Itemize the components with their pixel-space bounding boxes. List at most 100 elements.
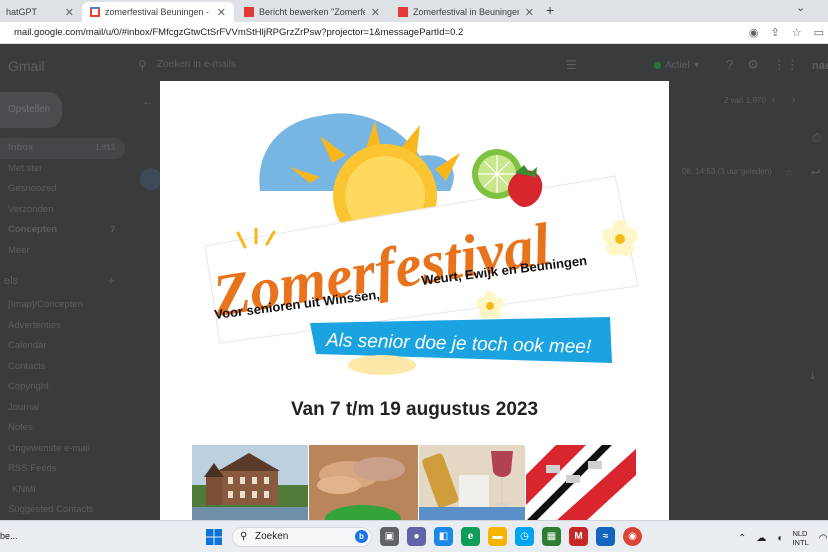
status-selector[interactable]: Actief ▾ <box>654 60 699 71</box>
label-item[interactable]: Notes <box>0 418 125 439</box>
cloud-icon[interactable]: ☁ <box>756 533 766 544</box>
print-icon[interactable]: ⎙ <box>812 132 821 145</box>
close-icon[interactable]: ✕ <box>65 6 74 19</box>
label-item[interactable]: Suggested Contacts <box>0 500 125 520</box>
nav-item-snoozed[interactable]: Gesnoozed <box>0 179 125 200</box>
nav-item-inbox[interactable]: Inbox 1.913 <box>0 138 125 159</box>
address-bar-actions: ◉ ⇪ ☆ ▭ <box>749 26 824 39</box>
sidebar-icon[interactable]: ▭ <box>814 26 824 39</box>
chevron-right-icon[interactable]: › <box>792 94 796 106</box>
message-time: 08: 14:53 (3 uur geleden) <box>682 167 772 176</box>
tab-chatgpt[interactable]: hatGPT ✕ <box>0 2 82 22</box>
tab-title: Bericht bewerken "Zomerfestival <box>259 7 365 17</box>
taskbar-left-text: be... <box>0 531 18 541</box>
close-icon[interactable]: ✕ <box>525 6 534 19</box>
edge-icon[interactable]: e <box>461 527 480 546</box>
url-field[interactable]: mail.google.com/mail/u/0/#inbox/FMfcgzGt… <box>14 27 463 38</box>
label-item[interactable]: [Imap]/Concepten <box>0 295 125 316</box>
attachment-viewer: Zomerfestival Voor senioren uit Winssen,… <box>160 81 669 521</box>
tab-title: zomerfestival Beuningen - beuningen <box>105 7 211 17</box>
gmail-logo: Gmail <box>8 58 45 74</box>
star-icon[interactable]: ☆ <box>792 26 802 39</box>
mcafee-icon[interactable]: M <box>569 527 588 546</box>
chrome-icon[interactable]: ◉ <box>623 527 642 546</box>
back-arrow-icon[interactable]: ← <box>142 94 154 108</box>
nl-site-icon <box>398 7 408 17</box>
nav-item-drafts[interactable]: Concepten 7 <box>0 220 125 241</box>
close-icon[interactable]: ✕ <box>217 6 226 19</box>
photos-icon[interactable]: ◧ <box>434 527 453 546</box>
label-item[interactable]: KNMI <box>0 480 125 501</box>
tab-bericht-bewerken[interactable]: Bericht bewerken "Zomerfestival ✕ <box>236 2 388 22</box>
add-label-icon[interactable]: + <box>107 267 115 295</box>
chevron-down-icon[interactable]: ⌄ <box>796 1 805 14</box>
app-icon[interactable]: ▦ <box>542 527 561 546</box>
status-dot-icon <box>654 62 661 69</box>
wine-photo <box>419 445 525 521</box>
eye-icon[interactable]: ◉ <box>749 26 759 39</box>
label-item[interactable]: Ongewenste e-mail <box>0 439 125 460</box>
address-bar: mail.google.com/mail/u/0/#inbox/FMfcgzGt… <box>0 22 828 44</box>
label-item[interactable]: RSS Feeds <box>0 459 125 480</box>
task-view-icon[interactable]: ▣ <box>380 527 399 546</box>
mail-nav: Inbox 1.913 Met ster Gesnoozed Verzonden … <box>0 138 125 520</box>
wifi-icon[interactable]: ◠ <box>819 533 828 544</box>
windows-start-icon[interactable] <box>206 529 222 545</box>
poster-dates: Van 7 t/m 19 augustus 2023 <box>290 399 539 420</box>
star-icon[interactable]: ☆ <box>784 166 794 179</box>
bing-icon[interactable]: b <box>355 530 368 543</box>
sun-bottom-shape <box>348 355 416 375</box>
label-item[interactable]: Journal <box>0 398 125 419</box>
compose-button[interactable]: Opstellen <box>0 92 62 128</box>
labels-header: els + <box>0 267 125 295</box>
taskbar-apps: ▣ ● ◧ e ▬ ◷ ▦ M ≈ ◉ <box>380 527 642 546</box>
label-item[interactable]: Calendar <box>0 336 125 357</box>
poster-artwork: Zomerfestival Voor senioren uit Winssen,… <box>204 113 639 375</box>
gmail-icon <box>90 7 100 17</box>
gmail-header-icons: ? ⚙ ⋮⋮ <box>726 57 799 73</box>
search-icon: ⚲ <box>240 531 248 542</box>
avatar <box>140 168 162 190</box>
castle-photo <box>192 445 308 521</box>
language-indicator[interactable]: NLD INTL <box>792 529 808 547</box>
label-item[interactable]: Contacts <box>0 357 125 378</box>
nav-item-sent[interactable]: Verzonden <box>0 200 125 221</box>
filter-icon[interactable]: ☰ <box>566 58 577 72</box>
download-icon[interactable]: ⤓ <box>810 370 815 383</box>
taskbar-search[interactable]: ⚲ Zoeken b <box>232 527 372 547</box>
tab-title: Zomerfestival in Beuningen: Senio <box>413 7 519 17</box>
chevron-down-icon: ▾ <box>694 60 700 71</box>
tab-gmail[interactable]: zomerfestival Beuningen - beuningen ✕ <box>82 2 234 22</box>
new-tab-button[interactable]: + <box>546 2 554 18</box>
label-item[interactable]: Copyright <box>0 377 125 398</box>
system-tray: ⌃ ☁ ◖ NLD INTL ◠ <box>738 529 827 547</box>
pager-text: 2 van 1.970 <box>724 96 766 105</box>
account-brand[interactable]: nae <box>812 60 828 72</box>
help-icon[interactable]: ? <box>726 57 733 73</box>
tab-zomerfestival-article[interactable]: Zomerfestival in Beuningen: Senio ✕ <box>390 2 542 22</box>
teams-icon[interactable]: ● <box>407 527 426 546</box>
gear-icon[interactable]: ⚙ <box>747 57 759 73</box>
browser-tab-bar: hatGPT ✕ zomerfestival Beuningen - beuni… <box>0 0 828 22</box>
nl-site-icon <box>244 7 254 17</box>
label-item[interactable]: Advertenties <box>0 316 125 337</box>
close-icon[interactable]: ✕ <box>371 6 380 19</box>
chevron-left-icon[interactable]: ‹ <box>772 94 776 106</box>
store-icon[interactable]: ◷ <box>515 527 534 546</box>
tab-title: hatGPT <box>6 7 38 17</box>
nav-item-more[interactable]: Meer <box>0 241 125 262</box>
chevron-up-icon[interactable]: ⌃ <box>738 533 746 544</box>
pattern-photo <box>526 445 636 521</box>
speaker-icon[interactable]: ◖ <box>776 533 782 544</box>
file-explorer-icon[interactable]: ▬ <box>488 527 507 546</box>
taskbar: be... ⚲ Zoeken b ▣ ● ◧ e ▬ ◷ ▦ M ≈ ◉ ⌃ ☁… <box>0 520 828 552</box>
nav-item-starred[interactable]: Met ster <box>0 159 125 180</box>
status-label: Actief <box>665 60 691 71</box>
reply-icon[interactable]: ↩ <box>811 166 820 179</box>
taskbar-search-label: Zoeken <box>255 531 289 542</box>
app-icon[interactable]: ≈ <box>596 527 615 546</box>
drafts-count: 7 <box>110 225 115 234</box>
share-icon[interactable]: ⇪ <box>771 26 780 39</box>
search-input[interactable]: Zoeken in e-mails <box>157 59 236 70</box>
apps-grid-icon[interactable]: ⋮⋮ <box>773 57 799 73</box>
